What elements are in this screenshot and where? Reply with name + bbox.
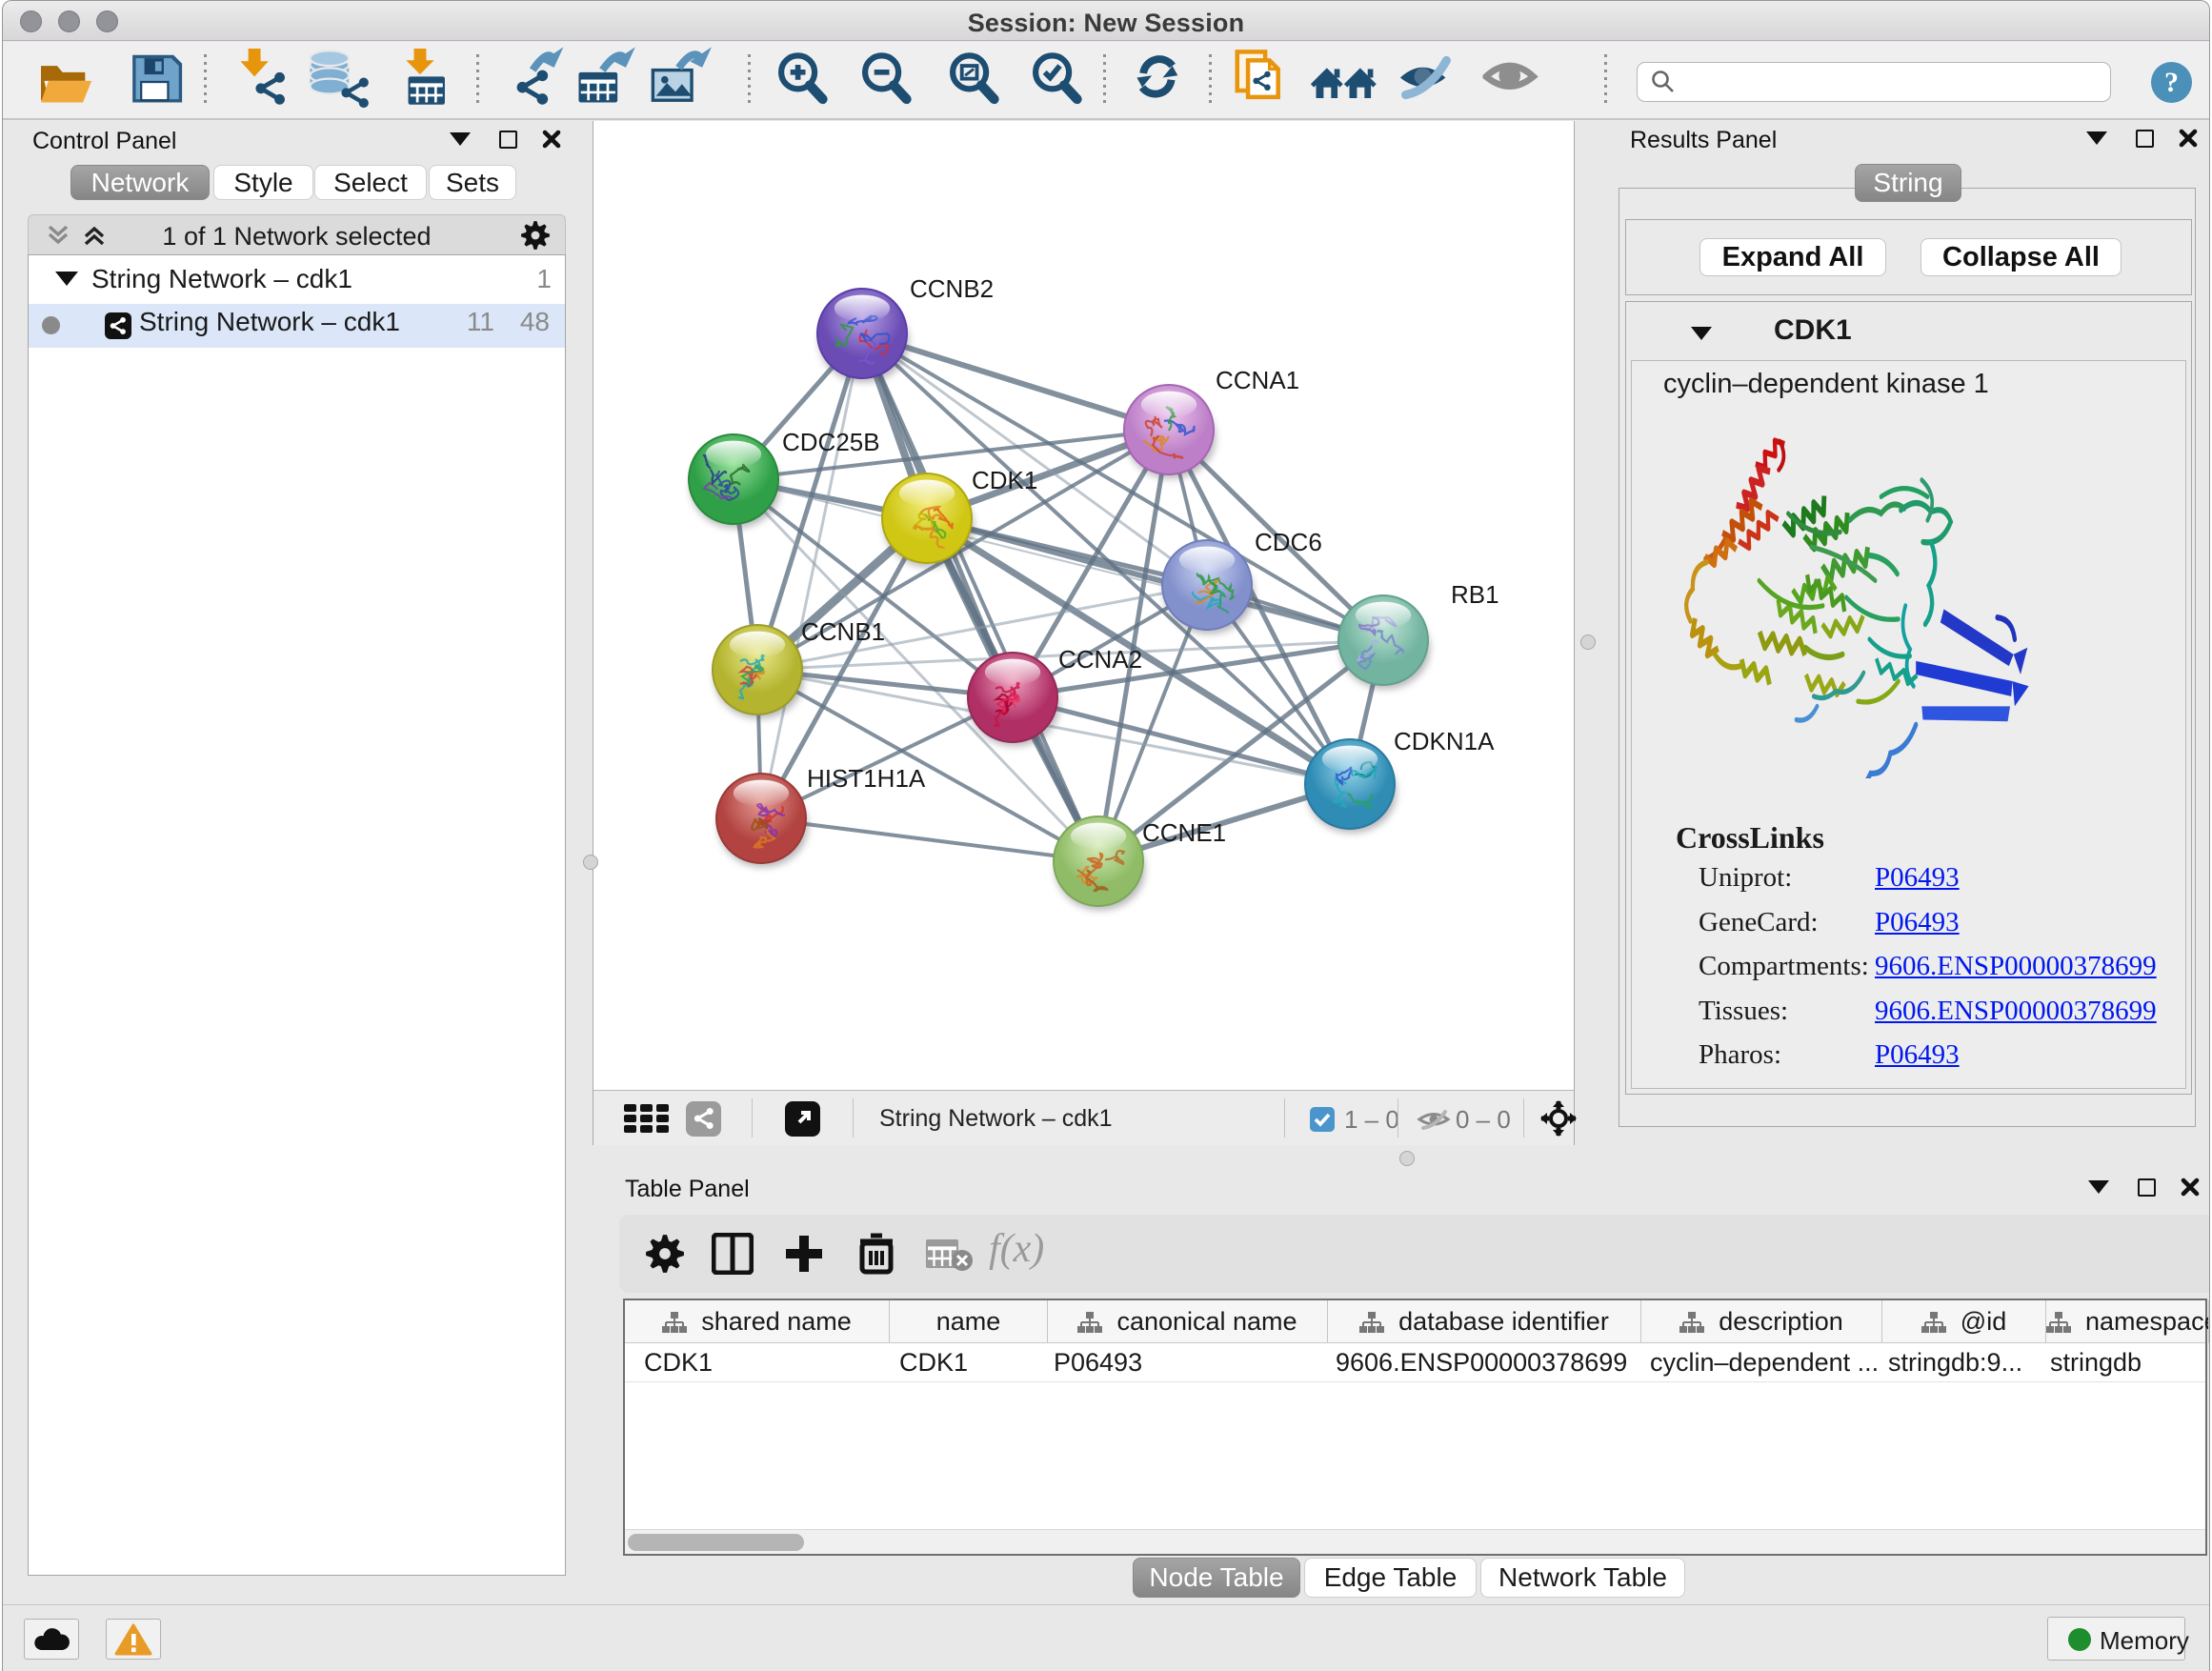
svg-text:CCNB1: CCNB1 xyxy=(801,617,885,646)
svg-text:CCNE1: CCNE1 xyxy=(1142,818,1226,847)
svg-text:HIST1H1A: HIST1H1A xyxy=(807,764,926,793)
svg-text:CDC6: CDC6 xyxy=(1255,528,1322,556)
svg-text:CDC25B: CDC25B xyxy=(782,428,880,456)
svg-text:RB1: RB1 xyxy=(1451,580,1499,609)
svg-text:CCNA1: CCNA1 xyxy=(1216,366,1299,394)
svg-text:CCNB2: CCNB2 xyxy=(910,274,994,303)
svg-text:CDK1: CDK1 xyxy=(972,466,1037,494)
svg-text:CCNA2: CCNA2 xyxy=(1058,645,1142,674)
svg-text:CDKN1A: CDKN1A xyxy=(1394,727,1495,755)
